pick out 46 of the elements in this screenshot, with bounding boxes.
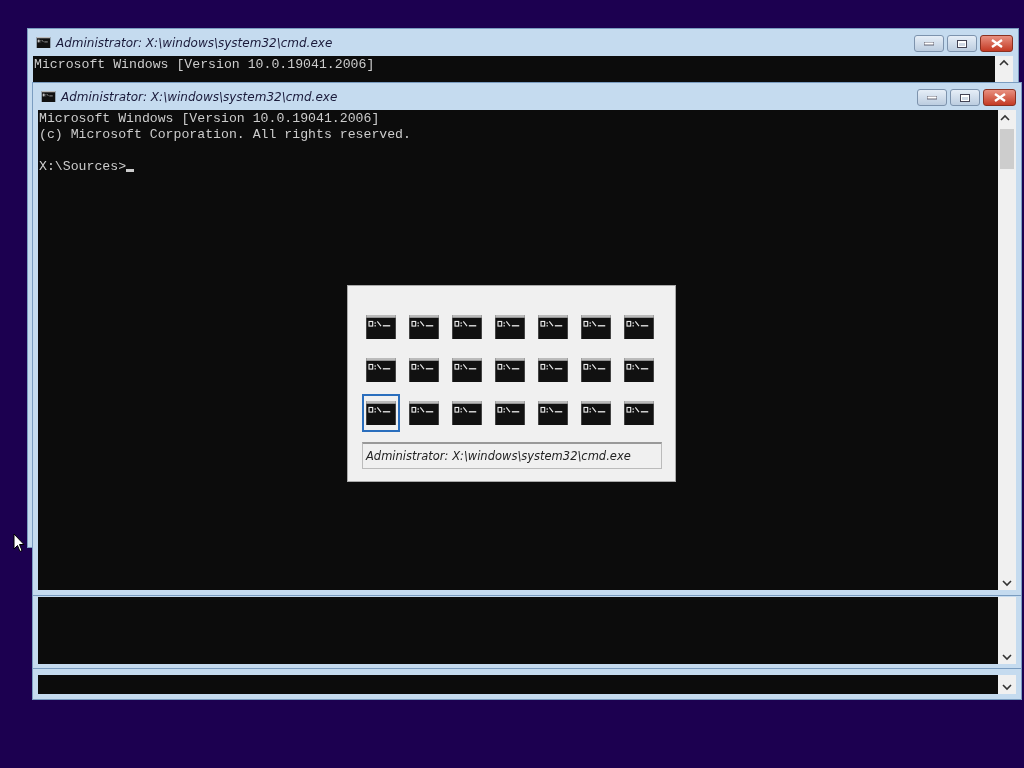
console-icon	[409, 401, 439, 425]
console-icon	[538, 315, 568, 339]
console-icon	[366, 401, 396, 425]
window-title: Administrator: X:\windows\system32\cmd.exe	[56, 35, 334, 50]
maximize-button[interactable]	[947, 35, 977, 52]
minimize-icon	[924, 41, 934, 46]
console-icon	[581, 315, 611, 339]
console-icon	[495, 358, 525, 382]
console-icon	[624, 315, 654, 339]
console-icon	[41, 91, 56, 102]
maximize-button[interactable]	[950, 89, 980, 106]
console-icon	[452, 401, 482, 425]
console-icon	[495, 401, 525, 425]
console-line: (c) Microsoft Corporation. All rights reserved.	[39, 127, 412, 143]
minimize-icon	[927, 95, 937, 100]
console-icon	[36, 37, 51, 48]
console-icon	[624, 401, 654, 425]
console-icon	[366, 358, 396, 382]
console-icon	[409, 358, 439, 382]
close-icon	[990, 39, 1003, 48]
maximize-icon	[960, 93, 970, 102]
console-icon	[409, 315, 439, 339]
console-icon	[495, 315, 525, 339]
console-icon	[538, 401, 568, 425]
close-icon	[993, 93, 1006, 102]
console-icon	[452, 358, 482, 382]
scrollbar[interactable]	[998, 597, 1016, 664]
console-icon	[366, 315, 396, 339]
console-icon	[581, 401, 611, 425]
console-icon	[538, 358, 568, 382]
console-line: Microsoft Windows [Version 10.0.19041.2006]	[34, 57, 376, 73]
maximize-icon	[957, 39, 967, 48]
switcher-caption: Administrator: X:\windows\system32\cmd.exe	[362, 442, 662, 469]
scrollbar[interactable]	[998, 675, 1016, 694]
console-icon	[624, 358, 654, 382]
console-icon	[581, 358, 611, 382]
console-prompt: X:\Sources>	[39, 159, 997, 175]
scrollbar[interactable]	[998, 110, 1016, 590]
console-icon	[452, 315, 482, 339]
console-line: Microsoft Windows [Version 10.0.19041.2006]	[39, 111, 381, 127]
mouse-pointer-icon	[13, 533, 25, 553]
window-title: Administrator: X:\windows\system32\cmd.exe	[61, 89, 339, 104]
close-button[interactable]	[983, 89, 1016, 106]
switcher-item[interactable]	[362, 394, 400, 432]
scroll-thumb[interactable]	[1000, 129, 1014, 169]
close-button[interactable]	[980, 35, 1013, 52]
